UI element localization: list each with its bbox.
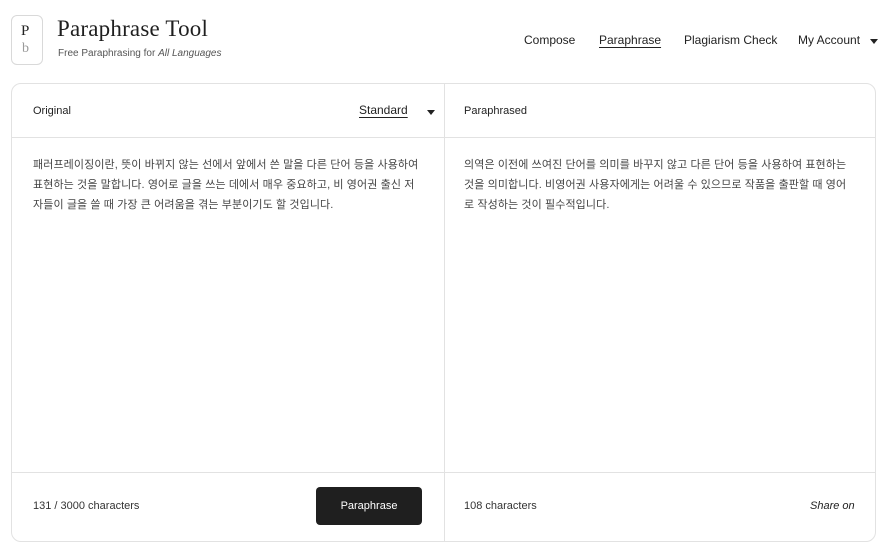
chevron-down-icon	[427, 110, 435, 115]
brand-subtitle-emphasis: All Languages	[158, 48, 222, 59]
nav-item-my-account[interactable]: My Account	[798, 33, 860, 47]
original-label: Original	[33, 105, 71, 117]
footer-divider	[12, 472, 875, 473]
mode-dropdown[interactable]: Standard	[359, 103, 435, 117]
paraphrased-text-output[interactable]: 의역은 이전에 쓰여진 단어를 의미를 바꾸지 않고 다른 단어 등을 사용하여…	[464, 155, 854, 215]
paraphrased-label: Paraphrased	[464, 105, 527, 117]
logo[interactable]: P b	[11, 15, 43, 65]
paraphrase-button[interactable]: Paraphrase	[316, 487, 422, 525]
brand-subtitle-prefix: Free Paraphrasing for	[58, 48, 159, 59]
paraphrased-char-count: 108 characters	[464, 500, 537, 512]
logo-letter-bottom: b	[22, 41, 29, 56]
nav-item-plagiarism-check[interactable]: Plagiarism Check	[684, 33, 777, 47]
nav-item-paraphrase[interactable]: Paraphrase	[599, 33, 661, 47]
mode-value: Standard	[359, 103, 408, 117]
chevron-down-icon[interactable]	[870, 39, 878, 44]
nav-item-compose[interactable]: Compose	[524, 33, 575, 47]
header-divider	[12, 137, 875, 138]
brand-subtitle: Free Paraphrasing for All Languages	[58, 48, 221, 59]
header: P b Paraphrase Tool Free Paraphrasing fo…	[0, 0, 886, 80]
logo-letter-top: P	[21, 23, 30, 39]
original-char-count: 131 / 3000 characters	[33, 500, 140, 512]
brand-title: Paraphrase Tool	[57, 16, 209, 41]
paraphrase-panel: Original Standard 패러프레이징이란, 뜻이 바뀌지 않는 선에…	[11, 83, 876, 542]
share-on-link[interactable]: Share on	[810, 500, 855, 512]
original-text-input[interactable]: 패러프레이징이란, 뜻이 바뀌지 않는 선에서 앞에서 쓴 말을 다른 단어 등…	[33, 155, 423, 215]
